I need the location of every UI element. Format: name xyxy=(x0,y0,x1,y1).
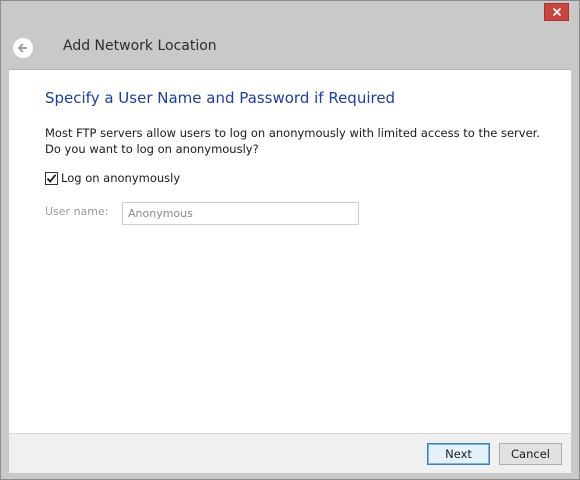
username-input[interactable]: Anonymous xyxy=(122,202,359,225)
next-button[interactable]: Next xyxy=(427,443,490,465)
cancel-button[interactable]: Cancel xyxy=(499,443,562,465)
page-description: Most FTP servers allow users to log on a… xyxy=(45,126,540,156)
username-label: User name: xyxy=(45,205,109,218)
close-icon xyxy=(552,7,561,17)
close-button[interactable] xyxy=(544,3,569,21)
add-network-location-window: Add Network Location Specify a User Name… xyxy=(0,0,580,480)
anonymous-checkbox-row[interactable]: Log on anonymously xyxy=(45,171,180,185)
window-title: Add Network Location xyxy=(63,38,217,54)
title-bar: Add Network Location xyxy=(1,1,579,69)
wizard-content: Specify a User Name and Password if Requ… xyxy=(9,69,571,433)
anonymous-checkbox-label[interactable]: Log on anonymously xyxy=(61,171,180,185)
page-heading: Specify a User Name and Password if Requ… xyxy=(45,89,396,107)
back-button[interactable] xyxy=(13,38,33,58)
anonymous-checkbox[interactable] xyxy=(45,171,58,185)
back-arrow-icon xyxy=(17,43,27,53)
checkmark-icon xyxy=(46,173,57,183)
wizard-footer: Next Cancel xyxy=(9,433,571,473)
